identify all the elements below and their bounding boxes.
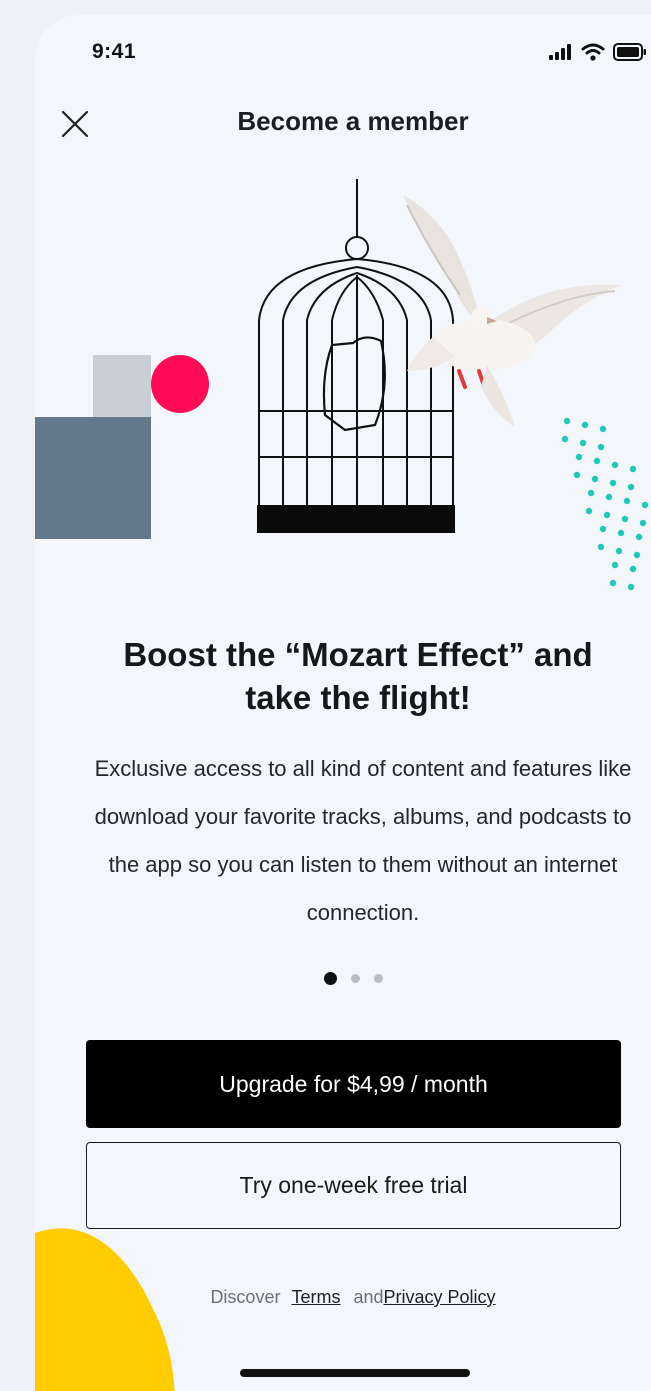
status-icons — [549, 43, 647, 61]
teal-dot — [609, 479, 617, 487]
teal-dot — [629, 465, 637, 473]
hero-illustration — [257, 179, 649, 591]
teal-dot — [581, 421, 589, 429]
teal-dot — [561, 435, 569, 443]
teal-dot — [587, 489, 595, 497]
teal-dot — [593, 457, 601, 465]
teal-dot — [611, 461, 619, 469]
phone-screen: 9:41 Become a member Boost the “Mozart E… — [35, 15, 651, 1391]
teal-dot — [599, 425, 607, 433]
legal-joiner: and — [353, 1287, 384, 1307]
teal-dot — [573, 471, 581, 479]
teal-dot — [615, 547, 623, 555]
teal-dot — [579, 439, 587, 447]
teal-dot — [599, 525, 607, 533]
teal-dot — [597, 543, 605, 551]
legal-prefix: Discover — [210, 1287, 281, 1307]
teal-dot — [563, 417, 571, 425]
upgrade-button[interactable]: Upgrade for $4,99 / month — [86, 1040, 621, 1128]
teal-dot — [635, 533, 643, 541]
teal-dot — [627, 583, 635, 591]
pagination-dot[interactable] — [351, 974, 360, 983]
page-title: Become a member — [237, 106, 469, 136]
privacy-policy-link[interactable]: Privacy Policy — [384, 1287, 496, 1307]
cage-base — [257, 505, 455, 533]
dove-icon — [403, 195, 621, 427]
teal-dot — [611, 561, 619, 569]
yellow-blob-decoration — [35, 1228, 175, 1391]
teal-dot — [623, 497, 631, 505]
headline: Boost the “Mozart Effect” and take the f… — [75, 633, 641, 719]
battery-icon — [613, 43, 646, 61]
teal-dot — [633, 551, 641, 559]
teal-dot — [603, 511, 611, 519]
teal-dot — [575, 453, 583, 461]
teal-dot — [605, 493, 613, 501]
headline-line-2: take the flight! — [245, 679, 471, 716]
home-indicator[interactable] — [240, 1369, 470, 1377]
teal-dot — [591, 475, 599, 483]
pagination-dot-active[interactable] — [324, 972, 337, 985]
headline-line-1: Boost the “Mozart Effect” and — [123, 636, 593, 673]
status-time: 9:41 — [92, 40, 137, 63]
teal-dot — [617, 529, 625, 537]
teal-dot — [621, 515, 629, 523]
pagination-dot[interactable] — [374, 974, 383, 983]
description: Exclusive access to all kind of content … — [94, 756, 632, 925]
teal-dot — [585, 507, 593, 515]
legal-links: Discover Terms andPrivacy Policy — [35, 1287, 651, 1308]
teal-dot — [609, 579, 617, 587]
teal-dot-pattern — [561, 417, 649, 591]
teal-dot — [639, 519, 647, 527]
teal-dot — [627, 483, 635, 491]
teal-dot — [641, 501, 649, 509]
pagination-dots — [324, 972, 383, 985]
cellular-signal-icon — [549, 44, 571, 60]
teal-dot — [597, 443, 605, 451]
wifi-icon — [581, 43, 605, 61]
terms-link[interactable]: Terms — [291, 1287, 340, 1307]
free-trial-button[interactable]: Try one-week free trial — [86, 1142, 621, 1229]
teal-dot — [629, 565, 637, 573]
